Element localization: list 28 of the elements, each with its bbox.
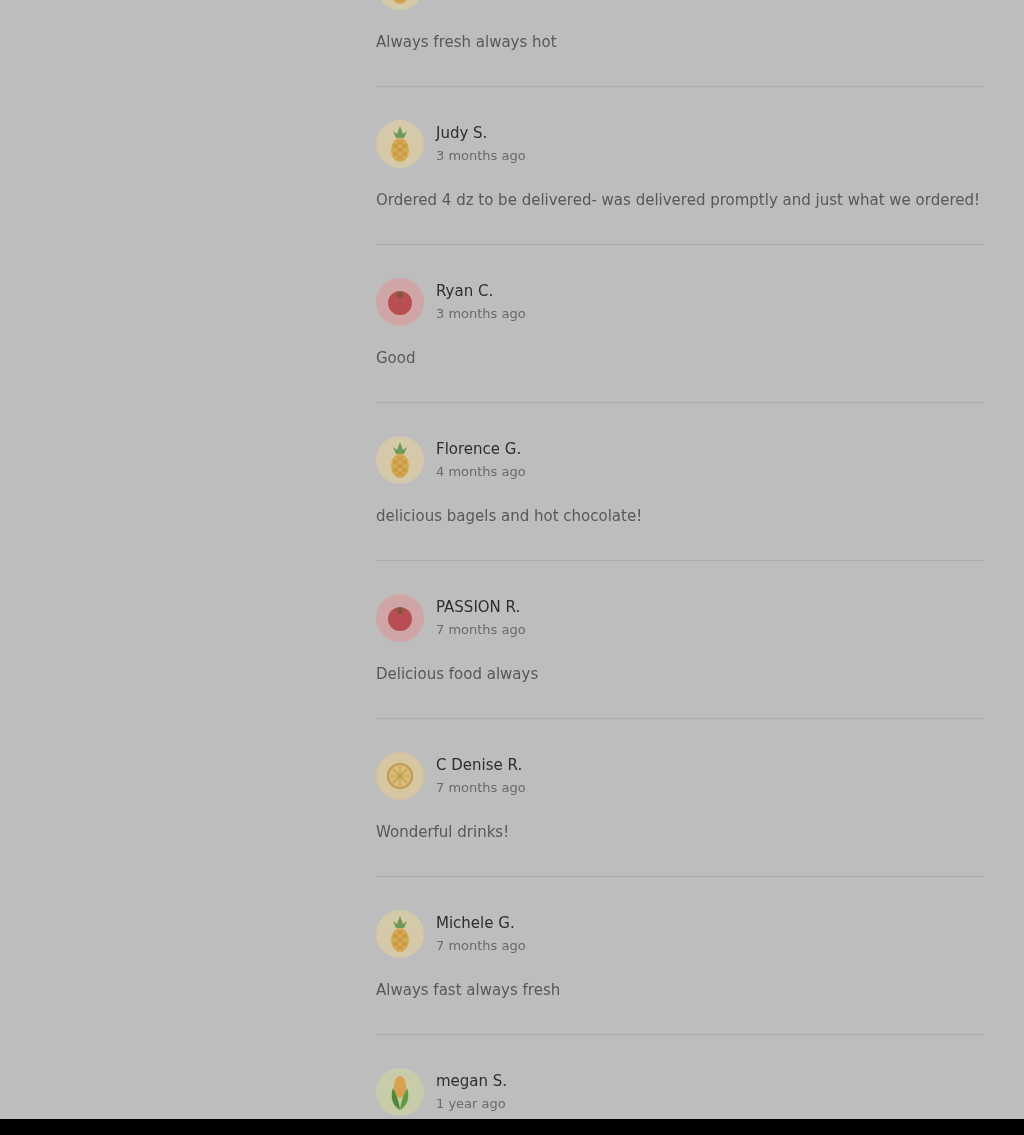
review-date: 7 months ago (436, 937, 526, 955)
reviewer-name: PASSION R. (436, 597, 522, 617)
pineapple-icon (389, 442, 411, 478)
reviewer-name: Ryan C. (436, 281, 495, 301)
review-text: Always fast always fresh (376, 980, 562, 1000)
reviewer-name: C Denise R. (436, 755, 524, 775)
review-text: Delicious food always (376, 664, 540, 684)
review-date: 1 year ago (436, 1095, 507, 1113)
reviewer-name: Michele G. (436, 913, 516, 933)
review-text: Good (376, 348, 417, 368)
review-date: 7 months ago (436, 621, 526, 639)
review-text: delicious bagels and hot chocolate! (376, 506, 644, 526)
reviewer-name: megan S. (436, 1071, 508, 1091)
review-text: Wonderful drinks! (376, 822, 511, 842)
review-text: Always fresh always hot (376, 32, 558, 52)
tomato-icon (387, 605, 413, 631)
lemon-slice-icon (386, 762, 414, 790)
review-date: 3 months ago (436, 305, 526, 323)
pineapple-icon (389, 126, 411, 162)
pineapple-icon (389, 916, 411, 952)
reviewer-name: Judy S. (436, 123, 489, 143)
tomato-icon (387, 289, 413, 315)
review-date: 3 months ago (436, 147, 526, 165)
corn-icon (390, 1074, 410, 1110)
review-date: 4 months ago (436, 463, 526, 481)
review-date: 7 months ago (436, 779, 526, 797)
review-text: Ordered 4 dz to be delivered- was delivered promptly and just what we ordered! (376, 190, 981, 210)
reviewer-name: Florence G. (436, 439, 523, 459)
